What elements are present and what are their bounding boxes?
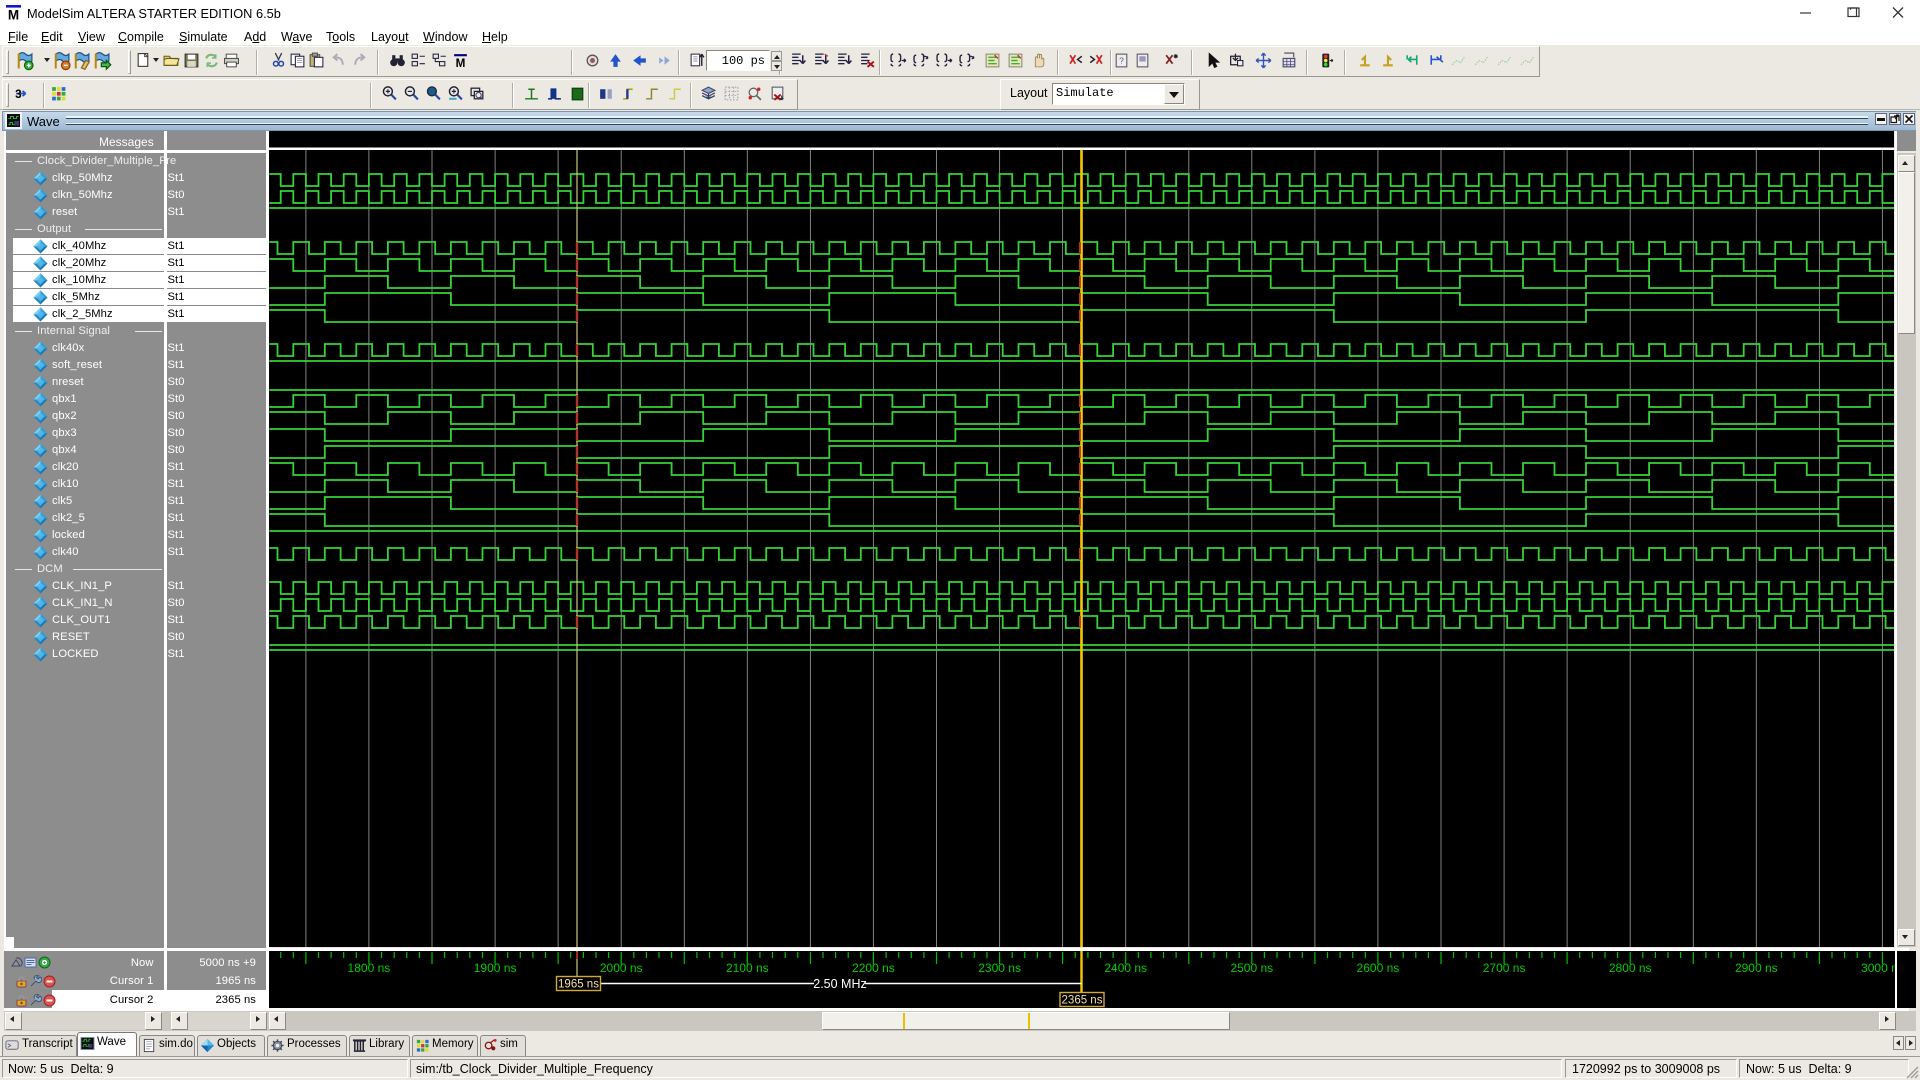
svg-text:1900 ns: 1900 ns	[474, 961, 517, 975]
svg-text:2700 ns: 2700 ns	[1483, 961, 1526, 975]
svg-text:M: M	[8, 8, 19, 22]
svg-text:M: M	[456, 57, 466, 69]
svg-text:1965 ns: 1965 ns	[558, 979, 599, 991]
svg-text:?: ?	[1119, 56, 1124, 66]
svg-text:2.50 MHz: 2.50 MHz	[813, 977, 867, 991]
svg-text:2200 ns: 2200 ns	[852, 961, 895, 975]
svg-text:2500 ns: 2500 ns	[1230, 961, 1273, 975]
svg-text:2800 ns: 2800 ns	[1609, 961, 1652, 975]
svg-text:3: 3	[15, 88, 22, 101]
svg-text:2100 ns: 2100 ns	[726, 961, 769, 975]
svg-text:2000 ns: 2000 ns	[600, 961, 643, 975]
svg-text:2600 ns: 2600 ns	[1357, 961, 1400, 975]
svg-text:2900 ns: 2900 ns	[1735, 961, 1778, 975]
svg-text:2300 ns: 2300 ns	[978, 961, 1021, 975]
svg-text:1800 ns: 1800 ns	[348, 961, 391, 975]
svg-text:2365 ns: 2365 ns	[1062, 995, 1103, 1007]
svg-text:2400 ns: 2400 ns	[1104, 961, 1147, 975]
